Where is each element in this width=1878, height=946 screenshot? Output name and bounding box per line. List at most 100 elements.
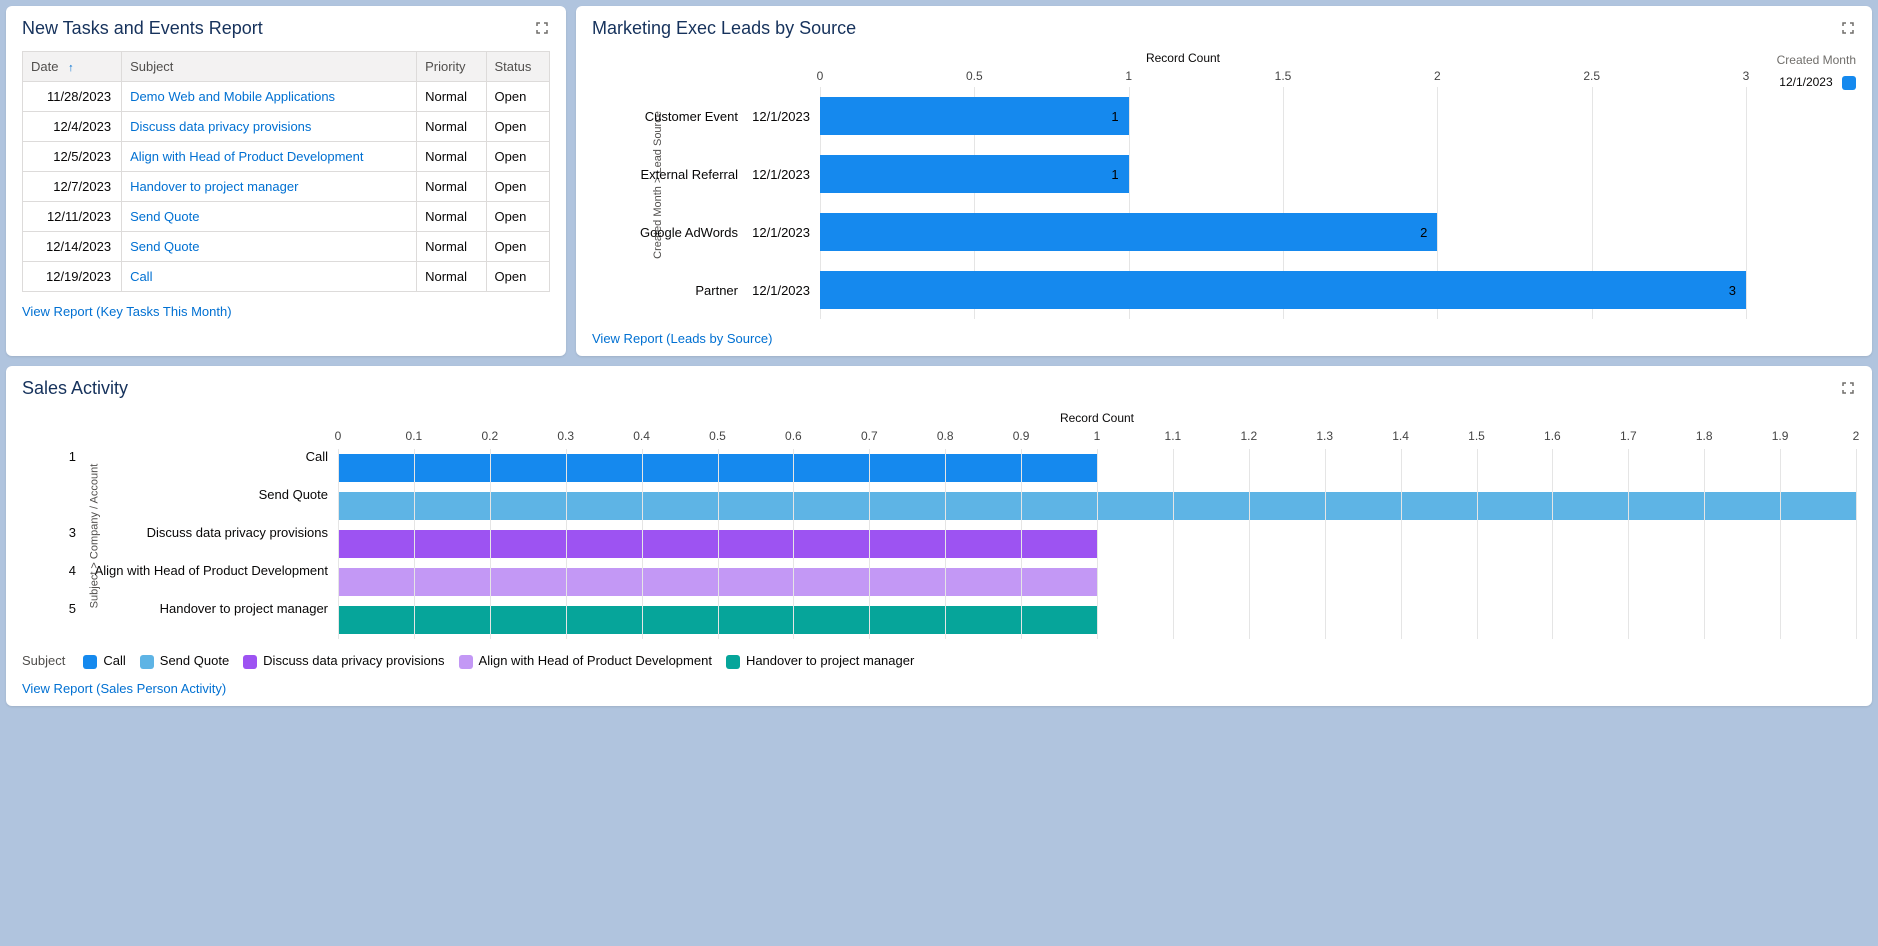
chart-bar[interactable] <box>338 568 1097 596</box>
subject-link[interactable]: Call <box>130 269 152 284</box>
cell-status: Open <box>486 262 549 292</box>
cell-priority: Normal <box>417 202 486 232</box>
expand-icon[interactable] <box>534 20 550 36</box>
cell-subject: Demo Web and Mobile Applications <box>122 82 417 112</box>
cell-priority: Normal <box>417 232 486 262</box>
x-tick: 0.6 <box>785 429 802 443</box>
legend-swatch-icon <box>459 655 473 669</box>
col-priority[interactable]: Priority <box>417 52 486 82</box>
chart-bar[interactable] <box>338 454 1097 482</box>
cell-date: 12/7/2023 <box>23 172 122 202</box>
x-tick: 0.8 <box>937 429 954 443</box>
bar-category-label: Customer Event <box>645 109 738 124</box>
subject-link[interactable]: Align with Head of Product Development <box>130 149 363 164</box>
legend-item: Handover to project manager <box>726 653 914 669</box>
sales-activity-card: Sales Activity Subject > Company / Accou… <box>6 366 1872 706</box>
cell-subject: Call <box>122 262 417 292</box>
legend-swatch-icon <box>243 655 257 669</box>
cell-status: Open <box>486 82 549 112</box>
x-tick: 0.4 <box>633 429 650 443</box>
x-tick: 0.9 <box>1013 429 1030 443</box>
cell-subject: Handover to project manager <box>122 172 417 202</box>
legend-item: 12/1/2023 <box>1746 75 1856 90</box>
cell-date: 12/5/2023 <box>23 142 122 172</box>
chart-bar[interactable]: 2 <box>820 213 1437 251</box>
col-subject[interactable]: Subject <box>122 52 417 82</box>
chart-bar[interactable]: 3 <box>820 271 1746 309</box>
bar-month-label: 12/1/2023 <box>750 283 810 298</box>
x-tick: 2 <box>1853 429 1860 443</box>
expand-icon[interactable] <box>1840 20 1856 36</box>
legend-item: Align with Head of Product Development <box>459 653 712 669</box>
subject-link[interactable]: Discuss data privacy provisions <box>130 119 311 134</box>
chart-bar[interactable] <box>338 492 1856 520</box>
chart-bar[interactable] <box>338 606 1097 634</box>
bar-subject-label: Handover to project manager <box>94 601 338 616</box>
tasks-events-card: New Tasks and Events Report Date ↑ Subje… <box>6 6 566 356</box>
cell-date: 12/14/2023 <box>23 232 122 262</box>
x-tick: 0 <box>335 429 342 443</box>
legend-item: Call <box>83 653 125 669</box>
x-tick: 1.5 <box>1275 69 1292 83</box>
table-row: 11/28/2023Demo Web and Mobile Applicatio… <box>23 82 550 112</box>
chart-bar-row <box>338 601 1856 639</box>
bar-subject-label: Align with Head of Product Development <box>94 563 338 578</box>
tasks-title: New Tasks and Events Report <box>22 18 550 39</box>
col-date[interactable]: Date ↑ <box>23 52 122 82</box>
marketing-legend: Created Month 12/1/2023 <box>1746 51 1856 319</box>
sales-title: Sales Activity <box>22 378 1856 399</box>
bar-subject-label: Send Quote <box>94 487 338 502</box>
x-tick: 1.1 <box>1165 429 1182 443</box>
chart-bar-row <box>338 525 1856 563</box>
x-tick: 0.5 <box>966 69 983 83</box>
bar-category-label: Google AdWords <box>640 225 738 240</box>
legend-item-label: 12/1/2023 <box>1779 75 1832 89</box>
x-tick: 1.3 <box>1316 429 1333 443</box>
group-id: 4 <box>58 563 76 578</box>
legend-header: Created Month <box>1746 53 1856 67</box>
chart-bar-row: Customer Event12/1/20231 <box>620 87 1746 145</box>
x-tick: 1 <box>1125 69 1132 83</box>
table-row: 12/5/2023 Align with Head of Product Deve… <box>23 142 550 172</box>
bar-month-label: 12/1/2023 <box>750 225 810 240</box>
marketing-chart: Record Count 00.511.522.53 Customer Even… <box>620 51 1746 319</box>
table-row: 12/11/2023Send QuoteNormalOpen <box>23 202 550 232</box>
x-tick: 1.8 <box>1696 429 1713 443</box>
chart-bar[interactable]: 1 <box>820 97 1129 135</box>
x-tick: 1 <box>1094 429 1101 443</box>
cell-status: Open <box>486 172 549 202</box>
subject-link[interactable]: Handover to project manager <box>130 179 298 194</box>
bar-subject-label: Discuss data privacy provisions <box>94 525 338 540</box>
x-tick: 1.7 <box>1620 429 1637 443</box>
legend-header: Subject <box>22 653 65 668</box>
view-report-link-sales[interactable]: View Report (Sales Person Activity) <box>22 681 226 696</box>
cell-priority: Normal <box>417 172 486 202</box>
cell-priority: Normal <box>417 112 486 142</box>
bar-subject-label: Call <box>94 449 338 464</box>
sales-x-axis-label: Record Count <box>338 411 1856 425</box>
bar-month-label: 12/1/2023 <box>750 167 810 182</box>
subject-link[interactable]: Send Quote <box>130 239 199 254</box>
x-tick: 1.5 <box>1468 429 1485 443</box>
view-report-link-tasks[interactable]: View Report (Key Tasks This Month) <box>22 304 232 319</box>
view-report-link-marketing[interactable]: View Report (Leads by Source) <box>592 331 772 346</box>
marketing-x-axis-label: Record Count <box>620 51 1746 65</box>
cell-priority: Normal <box>417 82 486 112</box>
x-tick: 1.9 <box>1772 429 1789 443</box>
col-status[interactable]: Status <box>486 52 549 82</box>
x-tick: 1.4 <box>1392 429 1409 443</box>
subject-link[interactable]: Send Quote <box>130 209 199 224</box>
chart-bar[interactable]: 1 <box>820 155 1129 193</box>
tasks-table: Date ↑ Subject Priority Status 11/28/202… <box>22 51 550 292</box>
cell-subject: Align with Head of Product Development <box>122 142 417 172</box>
x-tick: 2 <box>1434 69 1441 83</box>
expand-icon[interactable] <box>1840 380 1856 396</box>
bar-category-label: Partner <box>695 283 738 298</box>
x-tick: 2.5 <box>1583 69 1600 83</box>
x-tick: 0.3 <box>557 429 574 443</box>
table-row: 12/4/2023Discuss data privacy provisions… <box>23 112 550 142</box>
subject-link[interactable]: Demo Web and Mobile Applications <box>130 89 335 104</box>
chart-bar[interactable] <box>338 530 1097 558</box>
legend-swatch-icon <box>83 655 97 669</box>
legend-swatch-icon <box>1842 76 1856 90</box>
